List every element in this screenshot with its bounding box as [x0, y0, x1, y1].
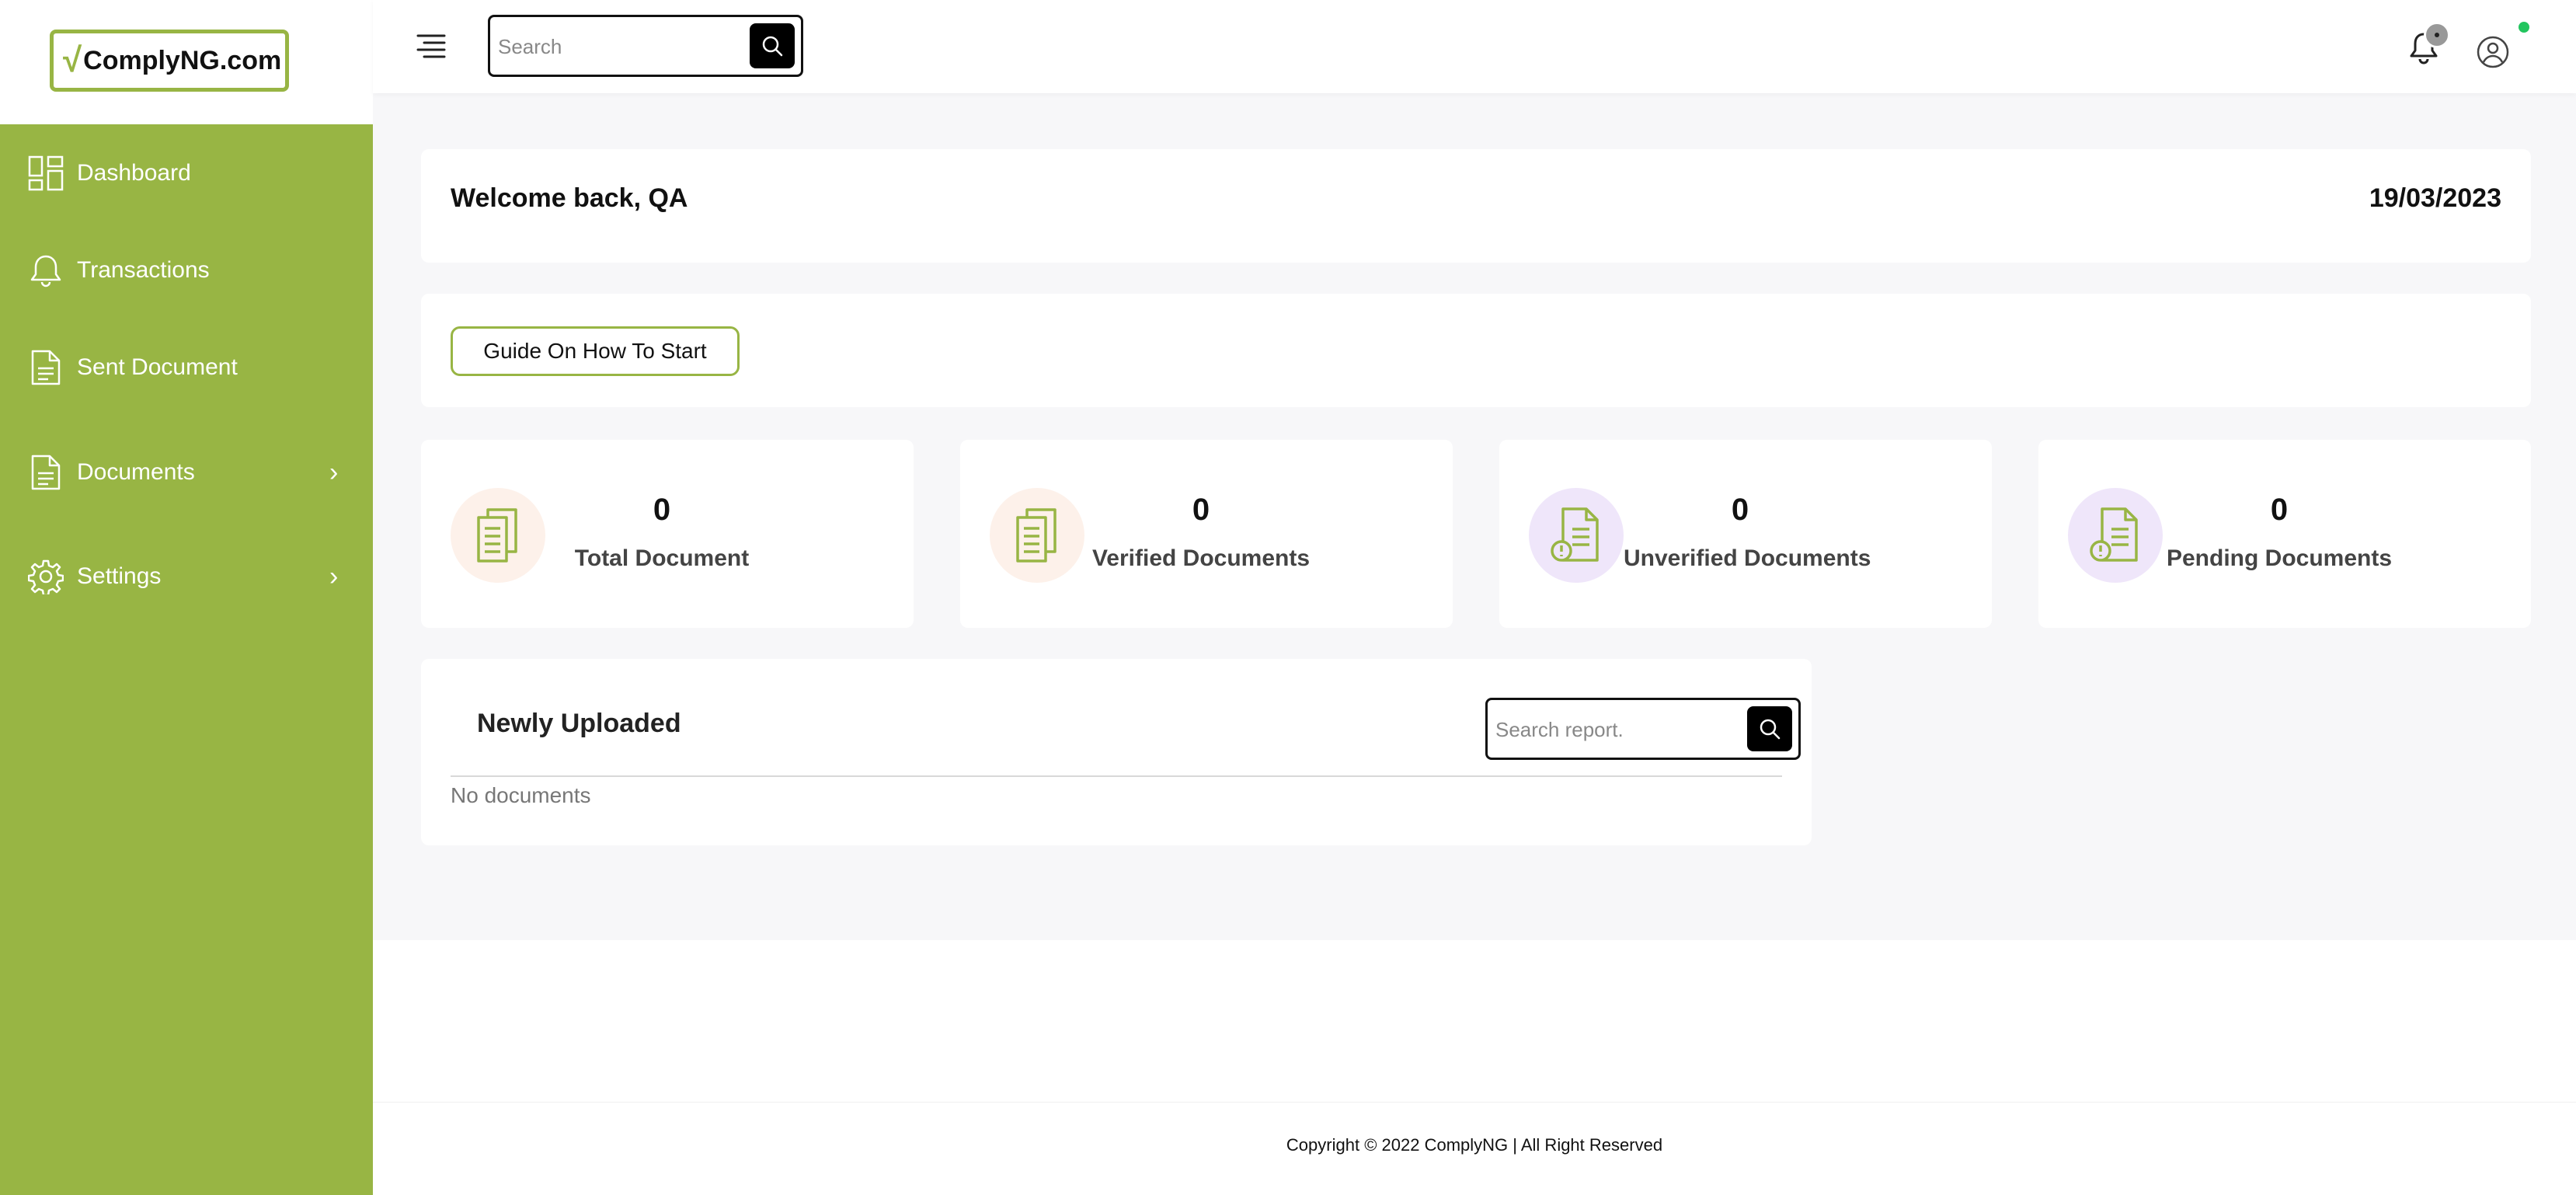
- chevron-right-icon: ›: [329, 457, 339, 487]
- empty-state-text: No documents: [451, 783, 591, 807]
- top-bar: [373, 0, 2576, 93]
- sidebar-item-sent-document[interactable]: Sent Document: [0, 333, 373, 402]
- newly-uploaded-card: Newly Uploaded No documents: [421, 659, 1812, 845]
- bell-icon: [30, 255, 61, 287]
- online-status-dot: [2519, 22, 2529, 33]
- sidebar-item-settings[interactable]: Settings ›: [0, 542, 373, 611]
- sidebar-item-transactions[interactable]: Transactions: [0, 235, 373, 305]
- sidebar-item-dashboard[interactable]: Dashboard: [0, 138, 373, 208]
- welcome-message: Welcome back, QA: [451, 183, 688, 213]
- stat-label: Verified Documents: [1091, 545, 1311, 571]
- stat-value: 0: [1192, 493, 1210, 527]
- report-search-button[interactable]: [1747, 706, 1792, 751]
- main-area: Welcome back, QA 19/03/2023 Guide On How…: [373, 0, 2576, 1195]
- brand-logo[interactable]: √ ComplyNG.com: [50, 30, 289, 92]
- documents-stack-icon: [1016, 508, 1057, 563]
- guide-button[interactable]: Guide On How To Start: [451, 326, 740, 376]
- stat-icon-circle: [990, 488, 1084, 583]
- search-icon: [1760, 719, 1781, 740]
- stat-card-unverified[interactable]: 0 Unverified Documents: [1499, 440, 1992, 628]
- stat-label: Unverified Documents: [1624, 545, 1871, 571]
- documents-stack-icon: [477, 508, 517, 563]
- stat-icon-circle: [1529, 488, 1624, 583]
- search-icon: [762, 36, 783, 57]
- stat-label: Total Document: [574, 545, 750, 571]
- dashboard-grid-icon: [28, 155, 64, 191]
- document-alert-icon: [1551, 507, 1599, 562]
- sidebar-item-label: Sent Document: [77, 354, 238, 380]
- brand-name: ComplyNG.com: [83, 45, 282, 75]
- stat-card-pending[interactable]: 0 Pending Documents: [2038, 440, 2531, 628]
- copyright-text: Copyright © 2022 ComplyNG | All Right Re…: [1286, 1135, 1663, 1155]
- stat-card-total[interactable]: 0 Total Document: [421, 440, 914, 628]
- search-button[interactable]: [750, 23, 795, 68]
- search-bar: [488, 15, 803, 77]
- sidebar-item-label: Documents: [77, 459, 195, 485]
- logo-area: √ ComplyNG.com: [0, 0, 373, 124]
- stat-icon-circle: [451, 488, 545, 583]
- sidebar-item-documents[interactable]: Documents ›: [0, 437, 373, 507]
- user-avatar-icon[interactable]: [2470, 30, 2515, 75]
- document-icon: [31, 455, 61, 490]
- guide-card: Guide On How To Start: [421, 294, 2531, 407]
- stat-icon-circle: [2068, 488, 2163, 583]
- checkmark-icon: √: [63, 41, 82, 79]
- stat-card-verified[interactable]: 0 Verified Documents: [960, 440, 1453, 628]
- stat-label: Pending Documents: [2166, 545, 2393, 571]
- footer: Copyright © 2022 ComplyNG | All Right Re…: [373, 1102, 2576, 1195]
- gear-icon: [28, 559, 64, 594]
- stat-value: 0: [1731, 493, 1749, 527]
- stat-value: 0: [653, 493, 671, 527]
- document-icon: [31, 350, 61, 385]
- notification-badge: [2424, 22, 2450, 48]
- current-date: 19/03/2023: [2369, 183, 2501, 213]
- welcome-card: Welcome back, QA 19/03/2023: [421, 149, 2531, 263]
- sidebar: √ ComplyNG.com Dashboard Transactions Se…: [0, 0, 373, 1195]
- sidebar-item-label: Transactions: [77, 257, 210, 283]
- stat-value: 0: [2270, 493, 2289, 527]
- report-search-bar: [1485, 698, 1801, 760]
- sidebar-item-label: Settings: [77, 563, 162, 589]
- chevron-right-icon: ›: [329, 561, 339, 591]
- document-alert-icon: [2090, 507, 2138, 562]
- search-input[interactable]: [498, 31, 739, 62]
- divider: [451, 775, 1782, 777]
- menu-icon[interactable]: [416, 33, 446, 59]
- section-title: Newly Uploaded: [477, 709, 681, 738]
- sidebar-item-label: Dashboard: [77, 160, 191, 186]
- report-search-input[interactable]: [1495, 714, 1736, 745]
